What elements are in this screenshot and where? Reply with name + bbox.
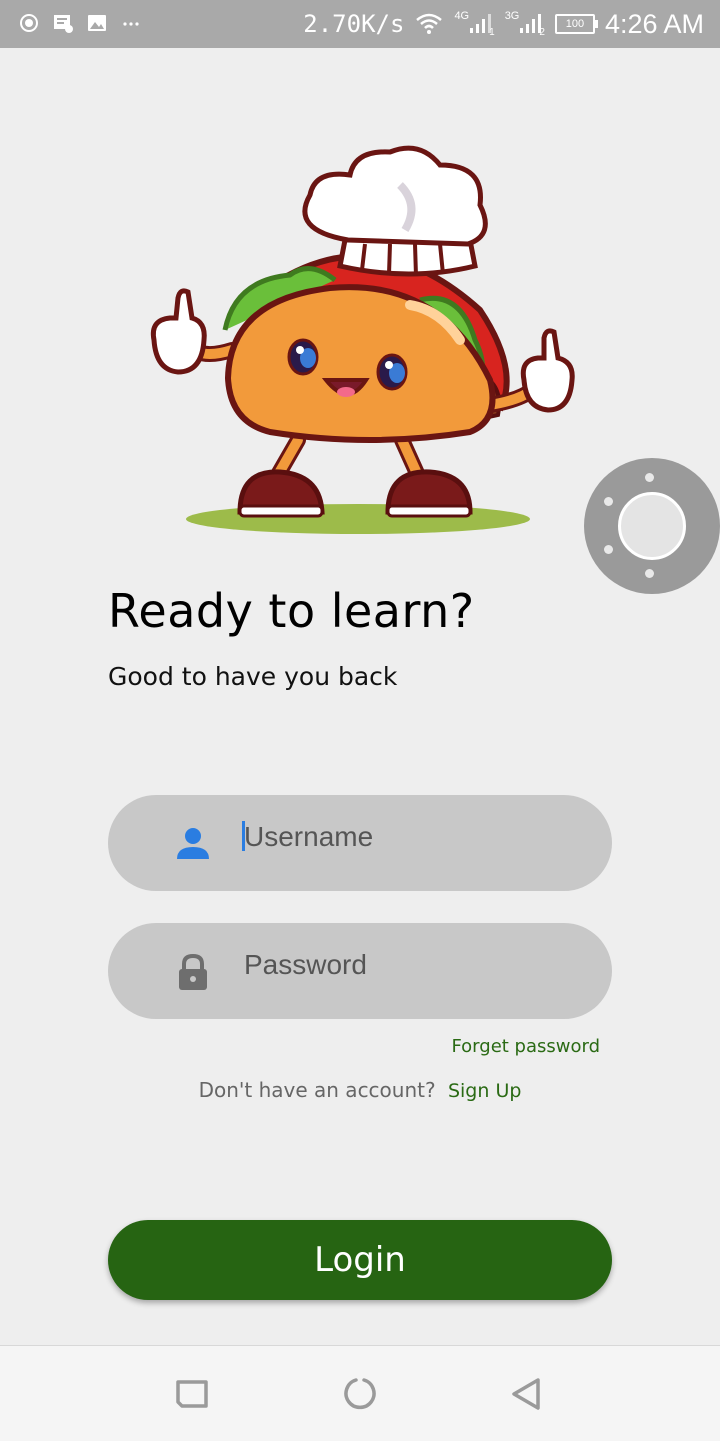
status-indicators: 2.70K/s 4G 1 3G 2 100 4:26 AM	[303, 6, 704, 42]
signal-2: 3G 2	[504, 10, 545, 38]
login-button[interactable]: Login	[108, 1220, 612, 1300]
page-subtitle: Good to have you back	[108, 662, 398, 691]
username-input[interactable]	[242, 813, 586, 861]
username-field[interactable]	[108, 795, 612, 891]
password-input[interactable]	[242, 941, 586, 989]
page-title: Ready to learn?	[108, 584, 475, 638]
taco-chef-illustration	[150, 145, 575, 534]
lock-icon	[179, 953, 207, 990]
person-icon	[177, 828, 209, 859]
assist-dot	[604, 545, 613, 554]
forgot-password-link[interactable]: Forget password	[451, 1036, 600, 1057]
navigation-bar	[0, 1345, 720, 1441]
network-speed: 2.70K/s	[303, 10, 405, 38]
clock: 4:26 AM	[604, 8, 704, 39]
record-icon	[20, 14, 38, 32]
image-icon	[88, 15, 106, 31]
no-account-text: Don't have an account?	[198, 1078, 436, 1102]
signal-1-label: 4G	[454, 10, 470, 22]
signup-prompt: Don't have an account? Sign Up	[0, 1078, 720, 1102]
signal-1-sub: 1	[489, 26, 495, 38]
floating-assist-button[interactable]	[584, 458, 720, 594]
more-icon	[123, 22, 139, 26]
assist-dot	[645, 569, 654, 578]
password-field[interactable]	[108, 923, 612, 1019]
battery-icon: 100	[554, 14, 598, 34]
wifi-icon	[416, 13, 443, 34]
signal-1: 4G 1	[454, 10, 495, 38]
signal-2-label: 3G	[504, 10, 520, 22]
assist-dot	[604, 497, 613, 506]
triangle-back-icon[interactable]	[508, 1376, 544, 1412]
status-bar: 2.70K/s 4G 1 3G 2 100 4:26 AM	[0, 0, 720, 48]
square-icon[interactable]	[174, 1376, 210, 1412]
assist-center-icon	[618, 492, 686, 560]
circle-icon[interactable]	[342, 1376, 378, 1412]
assist-dot	[645, 473, 654, 482]
signal-2-sub: 2	[539, 26, 545, 38]
message-icon	[54, 15, 73, 33]
sign-up-link[interactable]: Sign Up	[448, 1080, 521, 1102]
notification-icons	[18, 12, 142, 34]
